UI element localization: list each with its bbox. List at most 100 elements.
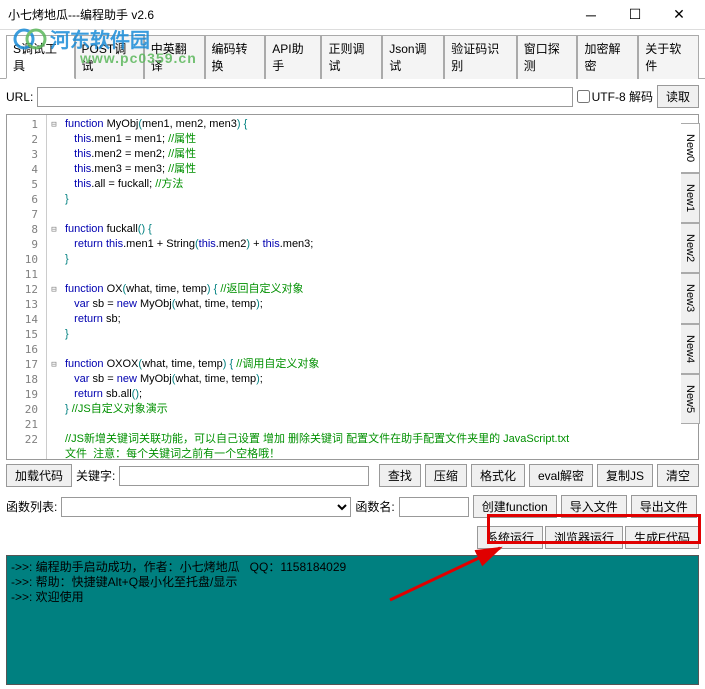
side-tab-new0[interactable]: New0 — [681, 123, 700, 173]
code-line[interactable]: return sb; — [65, 312, 694, 327]
line-number: 7 — [7, 207, 46, 222]
tab-9[interactable]: 加密解密 — [577, 35, 638, 79]
console-line: ->>: 帮助：快捷键Alt+Q最小化至托盘/显示 — [11, 575, 694, 590]
code-line[interactable]: function OX(what, time, temp) { //返回自定义对… — [65, 282, 694, 297]
compress-button[interactable]: 压缩 — [425, 464, 467, 487]
create-function-button[interactable]: 创建function — [473, 495, 557, 518]
export-file-button[interactable]: 导出文件 — [631, 495, 697, 518]
browser-run-button[interactable]: 浏览器运行 — [545, 526, 623, 549]
func-name-label: 函数名: — [355, 498, 394, 515]
fold-marker — [47, 312, 61, 327]
line-number: 18 — [7, 372, 46, 387]
line-number: 15 — [7, 327, 46, 342]
line-number: 8 — [7, 222, 46, 237]
code-line[interactable]: return sb.all(); — [65, 387, 694, 402]
code-line[interactable]: this.men2 = men2; //属性 — [65, 147, 694, 162]
code-line[interactable]: function MyObj(men1, men2, men3) { — [65, 117, 694, 132]
close-button[interactable]: ✕ — [657, 1, 701, 29]
fold-marker — [47, 372, 61, 387]
minimize-button[interactable]: ─ — [569, 1, 613, 29]
toolbar-row-1: 加载代码 关键字: 查找 压缩 格式化 eval解密 复制JS 清空 — [0, 460, 705, 491]
fold-marker — [47, 342, 61, 357]
fold-marker — [47, 387, 61, 402]
read-button[interactable]: 读取 — [657, 85, 699, 108]
code-line[interactable]: function fuckall() { — [65, 222, 694, 237]
code-body[interactable]: function MyObj(men1, men2, men3) { this.… — [61, 115, 698, 459]
code-line[interactable] — [65, 207, 694, 222]
fold-marker — [47, 237, 61, 252]
code-line[interactable] — [65, 267, 694, 282]
line-number: 6 — [7, 192, 46, 207]
console-output: ->>: 编程助手启动成功，作者：小七烤地瓜 QQ：1158184029->>:… — [6, 555, 699, 685]
fold-marker — [47, 327, 61, 342]
tab-4[interactable]: API助手 — [265, 35, 321, 79]
side-tab-new2[interactable]: New2 — [681, 223, 700, 273]
tab-6[interactable]: Json调试 — [382, 35, 444, 79]
tab-5[interactable]: 正则调试 — [321, 35, 382, 79]
fold-marker — [47, 417, 61, 432]
side-tab-new4[interactable]: New4 — [681, 324, 700, 374]
eval-decrypt-button[interactable]: eval解密 — [529, 464, 593, 487]
fold-marker[interactable]: ⊟ — [47, 222, 61, 237]
fold-marker — [47, 192, 61, 207]
tab-2[interactable]: 中英翻译 — [144, 35, 205, 79]
tab-1[interactable]: POST调试 — [75, 35, 144, 79]
titlebar: 小七烤地瓜---编程助手 v2.6 ─ ☐ ✕ — [0, 0, 705, 30]
fold-marker — [47, 207, 61, 222]
system-run-button[interactable]: 系统运行 — [477, 526, 543, 549]
fold-marker[interactable]: ⊟ — [47, 357, 61, 372]
tab-7[interactable]: 验证码识别 — [444, 35, 516, 79]
fold-marker — [47, 252, 61, 267]
maximize-button[interactable]: ☐ — [613, 1, 657, 29]
func-name-input[interactable] — [399, 497, 469, 517]
import-file-button[interactable]: 导入文件 — [561, 495, 627, 518]
utf8-checkbox-input[interactable] — [577, 90, 590, 103]
line-gutter: 12345678910111213141516171819202122 — [7, 115, 47, 459]
line-number: 17 — [7, 357, 46, 372]
find-button[interactable]: 查找 — [379, 464, 421, 487]
window-title: 小七烤地瓜---编程助手 v2.6 — [4, 6, 569, 23]
code-editor[interactable]: 12345678910111213141516171819202122 ⊟⊟⊟⊟… — [6, 114, 699, 460]
side-tab-new1[interactable]: New1 — [681, 173, 700, 223]
code-line[interactable]: function OXOX(what, time, temp) { //调用自定… — [65, 357, 694, 372]
line-number: 12 — [7, 282, 46, 297]
func-list-select[interactable] — [61, 497, 351, 517]
code-line[interactable] — [65, 417, 694, 432]
fold-marker[interactable]: ⊟ — [47, 117, 61, 132]
fold-marker[interactable]: ⊟ — [47, 282, 61, 297]
utf8-checkbox[interactable]: UTF-8 解码 — [577, 88, 653, 105]
code-line[interactable]: //JS新增关键词关联功能，可以自己设置 增加 删除关键词 配置文件在助手配置文… — [65, 432, 694, 447]
tab-8[interactable]: 窗口探测 — [517, 35, 578, 79]
side-tab-new3[interactable]: New3 — [681, 273, 700, 323]
copy-js-button[interactable]: 复制JS — [597, 464, 653, 487]
fold-marker — [47, 402, 61, 417]
code-line[interactable]: var sb = new MyObj(what, time, temp); — [65, 297, 694, 312]
code-line[interactable]: 文件 注意：每个关键词之前有一个空格哦！ — [65, 447, 694, 459]
code-line[interactable]: } — [65, 252, 694, 267]
code-line[interactable]: } //JS自定义对象演示 — [65, 402, 694, 417]
format-button[interactable]: 格式化 — [471, 464, 525, 487]
code-line[interactable]: } — [65, 327, 694, 342]
code-line[interactable]: } — [65, 192, 694, 207]
code-line[interactable]: var sb = new MyObj(what, time, temp); — [65, 372, 694, 387]
code-line[interactable]: this.men3 = men3; //属性 — [65, 162, 694, 177]
load-code-button[interactable]: 加载代码 — [6, 464, 72, 487]
fold-marker — [47, 447, 61, 462]
code-line[interactable] — [65, 342, 694, 357]
line-number: 11 — [7, 267, 46, 282]
fold-marker — [47, 162, 61, 177]
code-line[interactable]: this.all = fuckall; //方法 — [65, 177, 694, 192]
url-input[interactable] — [37, 87, 572, 107]
tab-3[interactable]: 编码转换 — [205, 35, 266, 79]
tab-10[interactable]: 关于软件 — [638, 35, 699, 79]
code-line[interactable]: this.men1 = men1; //属性 — [65, 132, 694, 147]
tab-0[interactable]: S调试工具 — [6, 35, 75, 79]
side-tabs: New0New1New2New3New4New5 — [681, 123, 700, 424]
keyword-input[interactable] — [119, 466, 369, 486]
side-tab-new5[interactable]: New5 — [681, 374, 700, 424]
console-line: ->>: 编程助手启动成功，作者：小七烤地瓜 QQ：1158184029 — [11, 560, 694, 575]
clear-button[interactable]: 清空 — [657, 464, 699, 487]
generate-ecode-button[interactable]: 生成E代码 — [625, 526, 699, 549]
line-number: 2 — [7, 132, 46, 147]
code-line[interactable]: return this.men1 + String(this.men2) + t… — [65, 237, 694, 252]
